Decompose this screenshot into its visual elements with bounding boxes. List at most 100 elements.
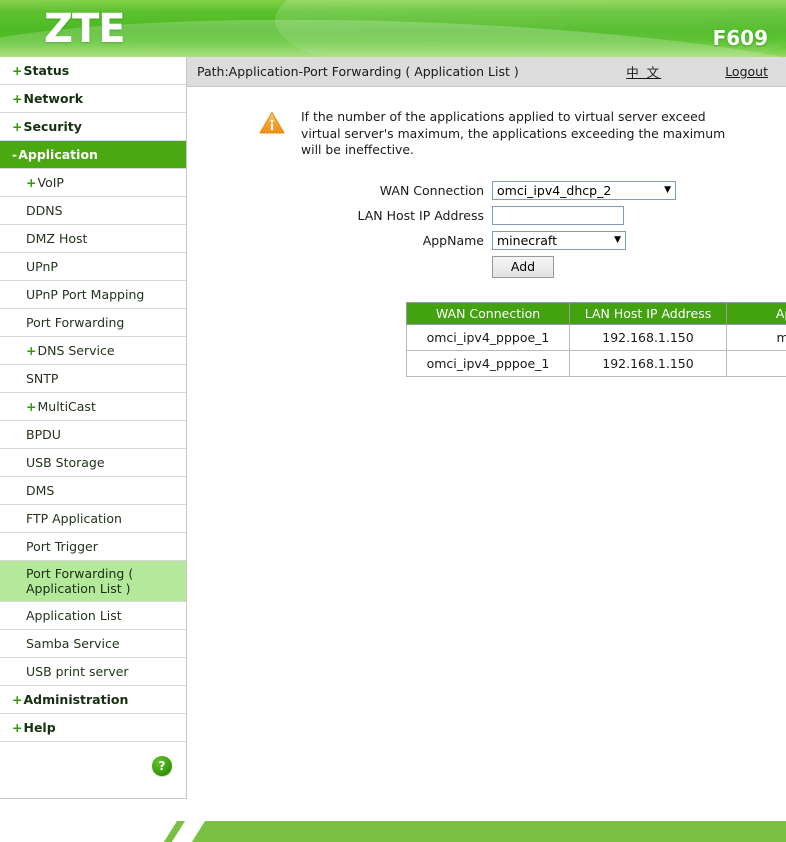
sidebar-item-label: VoIP	[37, 175, 64, 190]
sidebar-footer: ?	[0, 742, 186, 798]
sidebar-item-samba-service[interactable]: Samba Service	[0, 630, 186, 658]
sidebar-item-bpdu[interactable]: BPDU	[0, 421, 186, 449]
table-row: omci_ipv4_pppoe_1192.168.1.150minecraft	[406, 323, 786, 351]
sidebar-item-usb-print-server[interactable]: USB print server	[0, 658, 186, 686]
sidebar-nav: +Status +Network +Security -Application +VoI…	[0, 57, 187, 799]
app-name-label: AppName	[422, 232, 484, 248]
sidebar-item-label: UPnP	[26, 259, 58, 274]
sidebar-item-label: MultiCast	[37, 399, 96, 414]
footer-green-band	[0, 821, 786, 842]
sidebar-item-label: Security	[23, 119, 82, 134]
sidebar-item-ddns[interactable]: DDNS	[0, 197, 186, 225]
sidebar-item-label: UPnP Port Mapping	[26, 287, 145, 302]
sidebar-item-network[interactable]: +Network	[0, 85, 186, 113]
sidebar-item-label: BPDU	[26, 427, 61, 442]
sidebar-item-port-trigger[interactable]: Port Trigger	[0, 533, 186, 561]
expand-icon: +	[26, 399, 37, 414]
page-layout: +Status +Network +Security -Application +VoI…	[0, 57, 786, 799]
zte-logo: ZTE	[44, 6, 126, 52]
sidebar-item-ftp-application[interactable]: FTP Application	[0, 505, 186, 533]
sidebar-item-label: FTP Application	[26, 511, 122, 526]
header-lan-host-ip: LAN Host IP Address	[569, 301, 727, 325]
expand-icon: +	[12, 91, 23, 106]
sidebar-item-security[interactable]: +Security	[0, 113, 186, 141]
add-application-form: WAN Connection omci_ipv4_dhcp_2 ▼ LAN Ho…	[187, 180, 786, 278]
add-button-row: Add	[187, 255, 786, 278]
expand-icon: +	[26, 175, 37, 190]
sidebar-item-status[interactable]: +Status	[0, 57, 186, 85]
sidebar-item-label: SNTP	[26, 371, 59, 386]
chevron-down-icon: ▼	[614, 234, 621, 245]
app-name-select[interactable]: minecraft ▼	[492, 230, 626, 250]
device-model-label: F609	[712, 26, 768, 50]
warning-notice-text: If the number of the applications applie…	[301, 109, 726, 157]
sidebar-item-upnp-port-mapping[interactable]: UPnP Port Mapping	[0, 281, 186, 309]
sidebar-item-label: DMS	[26, 483, 55, 498]
sidebar-item-label: DNS Service	[37, 343, 115, 358]
content-area: If the number of the applications applie…	[187, 109, 786, 764]
cell-lan-host-ip: 192.168.1.150	[569, 349, 727, 377]
footer-band-slash	[157, 821, 185, 842]
sidebar-item-label: Administration	[23, 692, 129, 707]
sidebar-item-port-forwarding[interactable]: Port Forwarding	[0, 309, 186, 337]
application-list-table-wrap: WAN Connection LAN Host IP Address AppNa…	[406, 301, 786, 377]
sidebar-item-application[interactable]: -Application	[0, 141, 186, 169]
collapse-icon: -	[12, 147, 18, 162]
router-admin-page: ZTE F609 +Status +Network +Security -Applic…	[0, 0, 786, 842]
main-pane: Path:Application-Port Forwarding ( Appli…	[187, 57, 786, 764]
brand-banner: ZTE F609	[0, 0, 786, 57]
sidebar-item-help[interactable]: +Help	[0, 714, 186, 742]
logout-link[interactable]: Logout	[725, 64, 768, 79]
wan-connection-label: WAN Connection	[379, 182, 484, 198]
table-head: WAN Connection LAN Host IP Address AppNa…	[406, 301, 786, 325]
sidebar-item-sntp[interactable]: SNTP	[0, 365, 186, 393]
sidebar-item-label: Help	[23, 720, 56, 735]
breadcrumb: Path:Application-Port Forwarding ( Appli…	[197, 64, 519, 79]
sidebar-item-dmz-host[interactable]: DMZ Host	[0, 225, 186, 253]
language-switch-link[interactable]: 中 文	[626, 62, 661, 81]
expand-icon: +	[12, 119, 23, 134]
sidebar-item-label: Network	[23, 91, 84, 106]
warning-notice: If the number of the applications applie…	[259, 109, 734, 159]
sidebar-item-upnp[interactable]: UPnP	[0, 253, 186, 281]
sidebar-item-label: Port Forwarding	[26, 315, 125, 330]
sidebar-item-label: Application	[18, 147, 98, 162]
header-app-name: AppName	[726, 301, 786, 325]
footer-band-main	[185, 821, 786, 842]
sidebar-item-label: Application List	[26, 608, 122, 623]
cell-app-name: minecraft	[726, 323, 786, 351]
sidebar-item-application-list[interactable]: Application List	[0, 602, 186, 630]
table-row: omci_ipv4_pppoe_1192.168.1.150web	[406, 349, 786, 377]
add-button[interactable]: Add	[492, 255, 554, 278]
expand-icon: +	[12, 63, 23, 78]
sidebar-item-label: Port Trigger	[26, 539, 98, 554]
sidebar-item-administration[interactable]: +Administration	[0, 686, 186, 714]
breadcrumb-bar: Path:Application-Port Forwarding ( Appli…	[187, 57, 786, 87]
sidebar-item-usb-storage[interactable]: USB Storage	[0, 449, 186, 477]
lan-host-ip-input[interactable]	[492, 205, 624, 225]
chevron-down-icon: ▼	[664, 184, 671, 195]
expand-icon: +	[26, 343, 37, 358]
wan-connection-select[interactable]: omci_ipv4_dhcp_2 ▼	[492, 180, 676, 200]
sidebar-item-multicast[interactable]: +MultiCast	[0, 393, 186, 421]
sidebar-item-dms[interactable]: DMS	[0, 477, 186, 505]
expand-icon: +	[12, 720, 23, 735]
header-wan-connection: WAN Connection	[406, 301, 570, 325]
sidebar-item-port-forwarding-application-list[interactable]: Port Forwarding ( Application List )	[0, 561, 186, 602]
table-header-row: WAN Connection LAN Host IP Address AppNa…	[406, 301, 786, 325]
cell-wan-connection: omci_ipv4_pppoe_1	[406, 349, 570, 377]
app-name-value: minecraft	[497, 232, 558, 248]
sidebar-item-dns-service[interactable]: +DNS Service	[0, 337, 186, 365]
application-list-table: WAN Connection LAN Host IP Address AppNa…	[406, 301, 786, 377]
sidebar-item-label: Status	[23, 63, 70, 78]
sidebar-item-label: USB print server	[26, 664, 129, 679]
lan-host-ip-label: LAN Host IP Address	[357, 207, 484, 223]
banner-wave-decoration-3	[273, 0, 786, 57]
sidebar-item-label: DDNS	[26, 203, 63, 218]
app-name-row: AppName minecraft ▼	[187, 230, 786, 250]
expand-icon: +	[12, 692, 23, 707]
help-icon[interactable]: ?	[152, 756, 172, 776]
sidebar-item-voip[interactable]: +VoIP	[0, 169, 186, 197]
cell-lan-host-ip: 192.168.1.150	[569, 323, 727, 351]
lan-host-ip-row: LAN Host IP Address	[187, 205, 786, 225]
